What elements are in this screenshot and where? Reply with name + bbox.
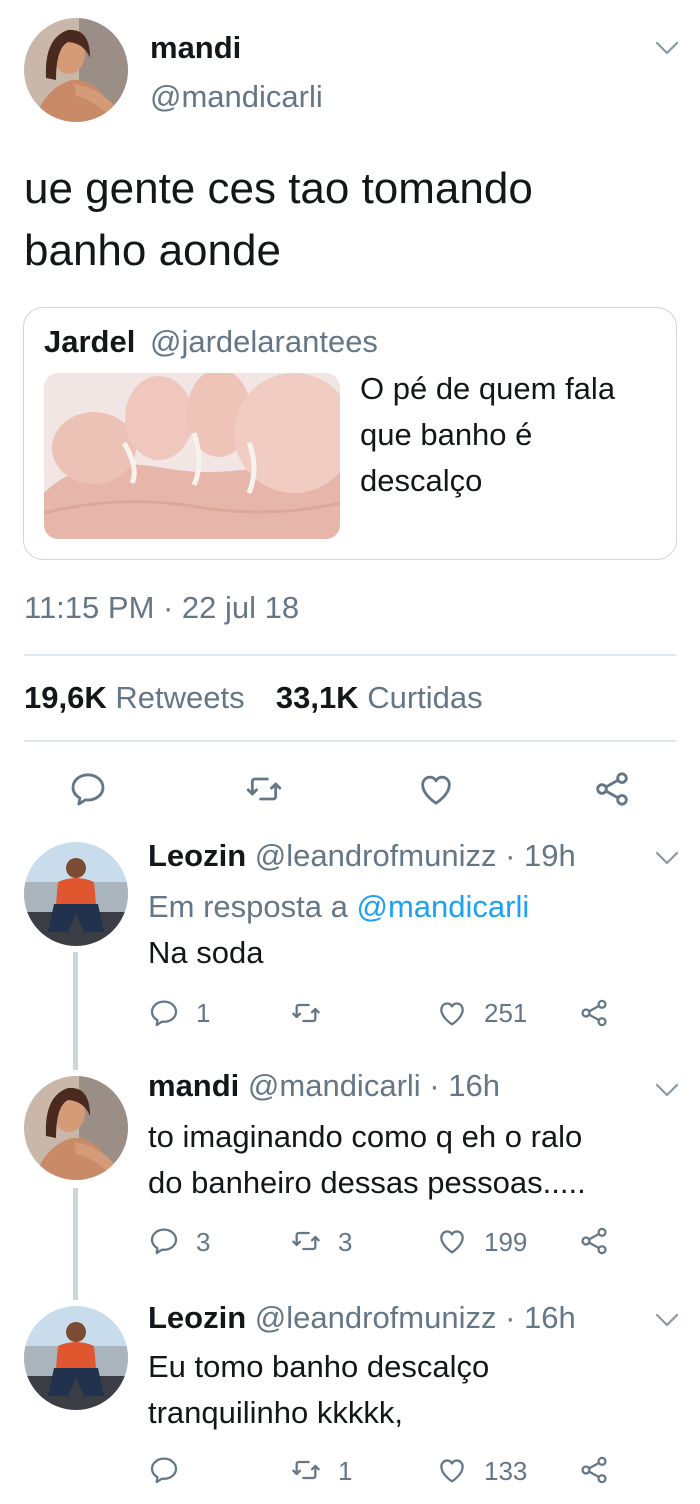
reply-author-handle-time[interactable]: @leandrofmunizz · 19h (255, 838, 576, 873)
like-icon[interactable] (436, 1225, 468, 1257)
tweet-text-line: ue gente ces tao tomando (24, 164, 533, 213)
likes-count[interactable]: 33,1K (276, 680, 359, 715)
retweets-count[interactable]: 19,6K (24, 680, 107, 715)
tweet-text-line: banho aonde (24, 226, 281, 275)
reply-text-line: to imaginando como q eh o ralo (148, 1119, 583, 1154)
reply-author-name[interactable]: Leozin (148, 838, 246, 873)
tweet-stats: 19,6K Retweets 33,1K Curtidas (24, 680, 483, 716)
reply-author-name[interactable]: mandi (148, 1068, 239, 1103)
share-icon[interactable] (578, 1454, 610, 1486)
reply-icon[interactable] (68, 769, 108, 809)
retweet-icon[interactable] (290, 1225, 322, 1257)
reply-count: 3 (196, 1227, 211, 1257)
retweet-icon[interactable] (290, 1454, 322, 1486)
quoted-tweet-text: O pé de quem fala que banho é descalço (360, 366, 660, 504)
reply-author-handle-time[interactable]: @mandicarli · 16h (248, 1068, 500, 1103)
reply-text-line: do banheiro dessas pessoas..... (148, 1165, 586, 1200)
reply-header: Leozin @leandrofmunizz · 16h (148, 1300, 576, 1336)
reply-to-handle[interactable]: @mandicarli (356, 889, 529, 924)
retweets-label[interactable]: Retweets (115, 680, 244, 715)
like-icon[interactable] (436, 997, 468, 1029)
retweet-icon[interactable] (244, 769, 284, 809)
reply-text: Na soda (148, 935, 264, 970)
author-handle[interactable]: @mandicarli (150, 79, 323, 115)
avatar-mandi[interactable] (24, 1076, 128, 1180)
reply-context: Em resposta a @mandicarli (148, 884, 668, 930)
reply-author-name[interactable]: Leozin (148, 1300, 246, 1335)
thread-line (73, 1188, 78, 1300)
chevron-down-icon[interactable] (654, 1312, 680, 1328)
quoted-text-line: que banho é (360, 417, 533, 452)
chevron-down-icon[interactable] (654, 40, 680, 56)
likes-label[interactable]: Curtidas (367, 680, 482, 715)
reply-text: to imaginando como q eh o ralo do banhei… (148, 1114, 668, 1206)
reply-text-line: Eu tomo banho descalço (148, 1349, 490, 1384)
reply-count: 1 (196, 998, 211, 1028)
reply-header: Leozin @leandrofmunizz · 19h (148, 838, 576, 874)
tweet-timestamp[interactable]: 11:15 PM · 22 jul 18 (24, 590, 299, 626)
avatar-leozin[interactable] (24, 1306, 128, 1410)
share-icon[interactable] (592, 769, 632, 809)
share-icon[interactable] (578, 1225, 610, 1257)
quoted-text-line: O pé de quem fala (360, 371, 616, 406)
like-count: 133 (484, 1456, 528, 1486)
reply-to-prefix: Em resposta a (148, 889, 357, 924)
reply-author-handle-time[interactable]: @leandrofmunizz · 16h (255, 1300, 576, 1335)
tweet-text: ue gente ces tao tomando banho aonde (24, 158, 674, 282)
retweet-count: 3 (338, 1227, 353, 1257)
quoted-text-line: descalço (360, 463, 483, 498)
like-icon[interactable] (416, 769, 456, 809)
reply-text-line: tranquilinho kkkkk, (148, 1395, 404, 1430)
quoted-tweet-image[interactable] (44, 373, 340, 539)
divider (24, 654, 676, 656)
quoted-author-handle: @jardelarantees (150, 324, 378, 359)
avatar-leozin[interactable] (24, 842, 128, 946)
retweet-count: 1 (338, 1456, 353, 1486)
avatar-mandi[interactable] (24, 18, 128, 122)
like-icon[interactable] (436, 1454, 468, 1486)
quoted-author-name: Jardel (44, 324, 136, 359)
reply-icon[interactable] (148, 997, 180, 1029)
share-icon[interactable] (578, 997, 610, 1029)
divider (24, 740, 676, 742)
retweet-icon[interactable] (290, 997, 322, 1029)
chevron-down-icon[interactable] (654, 850, 680, 866)
reply-icon[interactable] (148, 1225, 180, 1257)
author-name[interactable]: mandi (150, 30, 241, 66)
reply-text: Eu tomo banho descalço tranquilinho kkkk… (148, 1344, 668, 1436)
chevron-down-icon[interactable] (654, 1082, 680, 1098)
reply-icon[interactable] (148, 1454, 180, 1486)
like-count: 251 (484, 998, 528, 1028)
reply-header: mandi @mandicarli · 16h (148, 1068, 500, 1104)
thread-line (73, 952, 78, 1070)
like-count: 199 (484, 1227, 528, 1257)
